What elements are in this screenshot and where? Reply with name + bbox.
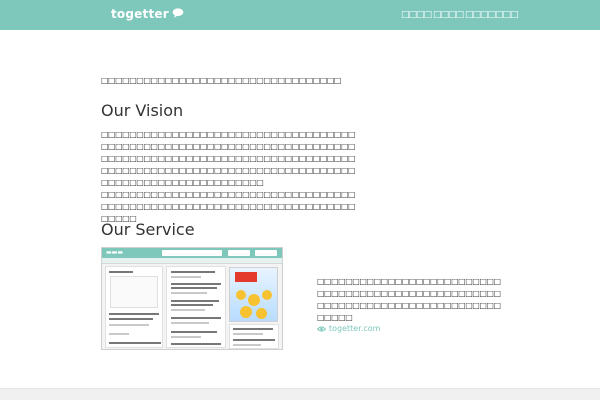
screenshot-subnav — [102, 258, 282, 264]
vision-paragraph: □□□□□□□□□□□□□□□□□□□□□□□□□□□□□□□□□□□□□□□□… — [101, 130, 356, 187]
top-navbar: togetter □□□□ □□□□ □□□□□□□ — [0, 0, 600, 30]
screenshot-ad-banner — [229, 267, 278, 322]
footer — [0, 388, 600, 400]
nav-item-3[interactable]: □□□□□□□ — [465, 9, 519, 21]
intro-text: □□□□□□□□□□□□□□□□□□□□□□□□□□□□□□□□□□ — [101, 76, 342, 85]
eye-icon — [316, 325, 327, 332]
screenshot-button — [255, 250, 277, 256]
screenshot-left-column — [105, 266, 163, 348]
nav-item-1[interactable]: □□□□ — [401, 9, 432, 21]
service-screenshot: ▬▬▬ — [101, 247, 283, 350]
screenshot-header: ▬▬▬ — [102, 248, 282, 258]
togetter-link[interactable]: togetter.com — [316, 323, 381, 333]
screenshot-button — [228, 250, 250, 256]
vision-heading: Our Vision — [101, 101, 184, 120]
screenshot-right-list — [229, 324, 279, 349]
nav-item-2[interactable]: □□□□ — [433, 9, 464, 21]
service-description: □□□□□□□□□□□□□□□□□□□□□□□□□□□□□□□□□□□□□□□□… — [317, 277, 501, 322]
service-heading: Our Service — [101, 220, 195, 239]
main-nav: □□□□ □□□□ □□□□□□□ — [0, 9, 600, 21]
vision-body: □□□□□□□□□□□□□□□□□□□□□□□□□□□□□□□□□□□□□□□□… — [101, 129, 356, 225]
togetter-link-label: togetter.com — [329, 323, 381, 333]
screenshot-center-column — [166, 266, 226, 348]
screenshot-search-bar — [162, 250, 222, 256]
screenshot-logo: ▬▬▬ — [106, 249, 124, 256]
